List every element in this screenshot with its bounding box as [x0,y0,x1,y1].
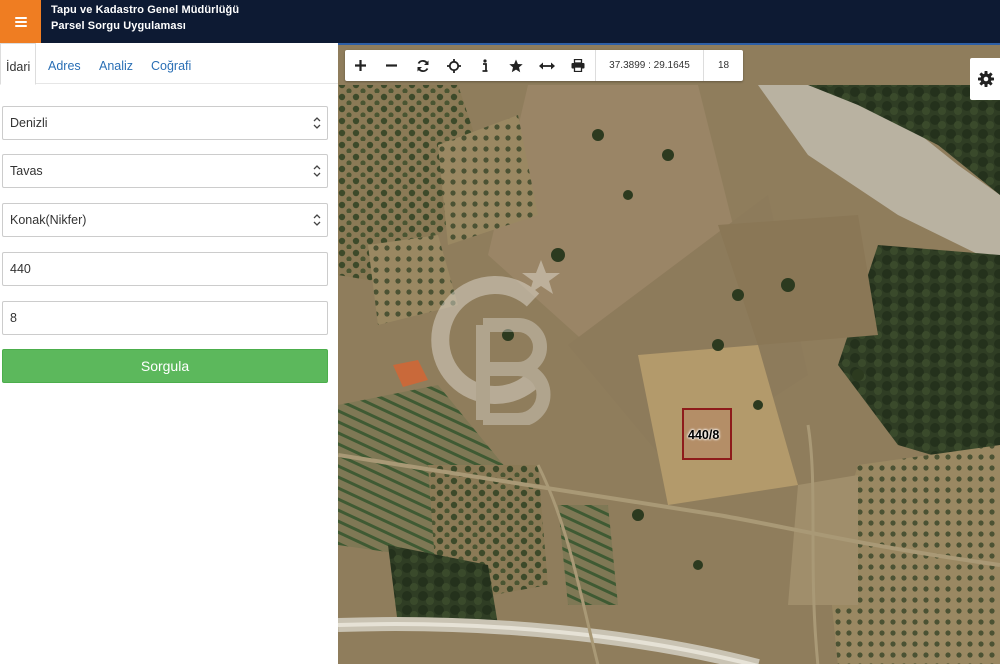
zoom-level-readout: 18 [703,50,743,81]
map-toolbar: 37.3899 : 29.1645 18 [345,50,743,81]
app-title: Tapu ve Kadastro Genel Müdürlüğü [51,4,240,16]
hamburger-icon [14,16,27,27]
province-select[interactable]: Denizli [2,106,328,140]
chevron-updown-icon [313,117,321,129]
print-button[interactable] [562,50,593,81]
gear-icon [978,71,994,87]
info-button[interactable] [469,50,500,81]
crosshair-icon [446,58,461,73]
menu-button[interactable] [0,0,41,43]
tab-idari[interactable]: İdari [0,43,37,85]
sidebar: İdari Adres Analiz Coğrafi Denizli Tavas… [0,43,338,664]
measure-arrows-icon [538,62,555,69]
minus-icon [386,64,397,67]
province-value: Denizli [10,116,48,130]
zoom-out-button[interactable] [376,50,407,81]
favorite-button[interactable] [500,50,531,81]
neighborhood-value: Konak(Nikfer) [10,213,87,227]
cb-watermark-logo [431,260,560,425]
star-icon [508,59,523,72]
refresh-button[interactable] [407,50,438,81]
measure-button[interactable] [531,50,562,81]
settings-button[interactable] [970,58,1000,100]
district-select[interactable]: Tavas [2,154,328,188]
district-value: Tavas [10,164,43,178]
parcel-label: 440/8 [688,428,720,442]
tab-analiz[interactable]: Analiz [99,43,133,84]
app-subtitle: Parsel Sorgu Uygulaması [51,20,186,32]
chevron-updown-icon [313,165,321,177]
tab-adres[interactable]: Adres [48,43,81,84]
zoom-in-button[interactable] [345,50,376,81]
print-icon [571,59,584,72]
query-button[interactable]: Sorgula [2,349,328,383]
locate-button[interactable] [438,50,469,81]
neighborhood-select[interactable]: Konak(Nikfer) [2,203,328,237]
refresh-icon [417,59,428,72]
app-header: Tapu ve Kadastro Genel Müdürlüğü Parsel … [0,0,1000,43]
chevron-updown-icon [313,214,321,226]
block-number-input[interactable] [2,252,328,286]
tab-cografi[interactable]: Coğrafi [151,43,191,84]
parcel-number-input[interactable] [2,301,328,335]
info-icon [482,58,487,72]
satellite-map[interactable]: 440/8 37.3899 : 29.1645 18 [338,43,1000,664]
coordinate-readout: 37.3899 : 29.1645 [595,50,703,81]
plus-icon [355,60,366,71]
tab-bar: İdari Adres Analiz Coğrafi [0,43,338,85]
